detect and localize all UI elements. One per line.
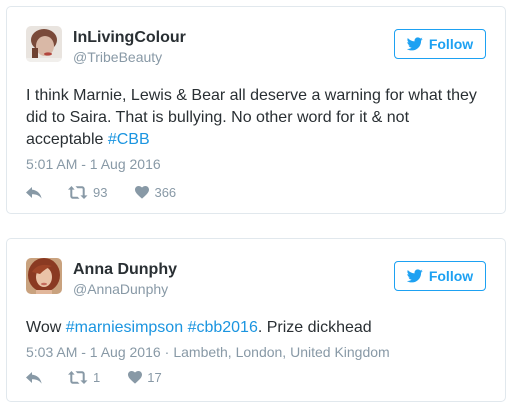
retweet-button[interactable]: 93 xyxy=(68,185,107,200)
tweet-text-suffix: . Prize dickhead xyxy=(257,319,372,336)
like-count: 17 xyxy=(147,370,162,385)
follow-label: Follow xyxy=(428,268,474,284)
reply-button[interactable] xyxy=(26,186,42,199)
twitter-bird-icon xyxy=(406,269,423,283)
reply-icon xyxy=(26,371,42,384)
display-name[interactable]: Anna Dunphy xyxy=(73,261,177,279)
hashtag-link[interactable]: #cbb2016 xyxy=(188,319,258,336)
retweet-count: 1 xyxy=(93,370,101,385)
tweet-text-body: I think Marnie, Lewis & Bear all deserve… xyxy=(26,87,477,148)
avatar[interactable] xyxy=(26,26,62,62)
like-button[interactable]: 366 xyxy=(135,185,176,200)
tweet-text: I think Marnie, Lewis & Bear all deserve… xyxy=(26,85,481,151)
location-link[interactable]: Lambeth, London, United Kingdom xyxy=(173,344,389,360)
follow-button[interactable]: Follow xyxy=(394,261,486,291)
reply-button[interactable] xyxy=(26,371,42,384)
follow-button[interactable]: Follow xyxy=(394,29,486,59)
meta-separator: · xyxy=(164,344,170,360)
like-button[interactable]: 17 xyxy=(128,370,162,385)
timestamp[interactable]: 5:01 AM - 1 Aug 2016 xyxy=(26,156,161,172)
tweet-meta: 5:01 AM - 1 Aug 2016 xyxy=(26,156,161,172)
avatar[interactable] xyxy=(26,258,62,294)
handle[interactable]: @TribeBeauty xyxy=(73,49,162,65)
retweet-icon xyxy=(68,371,88,384)
tweet-text-prefix: Wow xyxy=(26,319,66,336)
twitter-bird-icon xyxy=(406,37,423,51)
heart-icon xyxy=(135,186,150,199)
tweet-meta: 5:03 AM - 1 Aug 2016 · Lambeth, London, Un… xyxy=(26,344,390,360)
tweet-card: Anna Dunphy @AnnaDunphy Follow Wow #marn… xyxy=(6,238,506,402)
heart-icon xyxy=(128,371,143,384)
reply-icon xyxy=(26,186,42,199)
tweet-text: Wow #marniesimpson #cbb2016. Prize dickh… xyxy=(26,317,481,339)
like-count: 366 xyxy=(154,185,177,200)
follow-label: Follow xyxy=(428,36,474,52)
display-name[interactable]: InLivingColour xyxy=(73,29,186,47)
tweet-actions: 93 366 xyxy=(26,185,176,200)
handle[interactable]: @AnnaDunphy xyxy=(73,281,168,297)
retweet-count: 93 xyxy=(93,185,108,200)
timestamp[interactable]: 5:03 AM - 1 Aug 2016 xyxy=(26,344,161,360)
tweet-card: InLivingColour @TribeBeauty Follow I thi… xyxy=(6,6,506,214)
hashtag-link[interactable]: #marniesimpson xyxy=(66,319,183,336)
hashtag-link[interactable]: #CBB xyxy=(108,131,150,148)
tweet-actions: 1 17 xyxy=(26,370,162,385)
retweet-icon xyxy=(68,186,88,199)
retweet-button[interactable]: 1 xyxy=(68,370,100,385)
